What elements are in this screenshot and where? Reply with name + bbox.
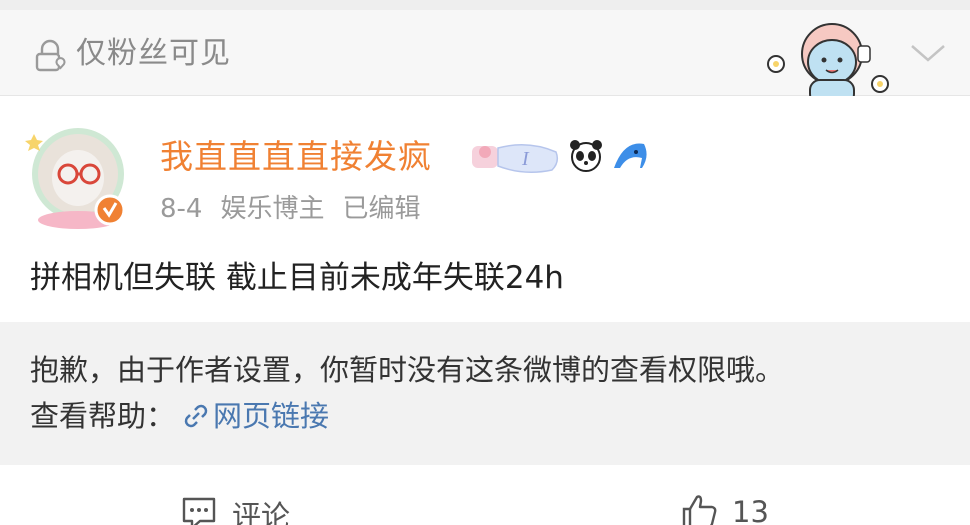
member-badge-text: I	[521, 148, 530, 170]
post-date: 8-4	[160, 194, 203, 224]
author-role: 娱乐博主	[220, 194, 325, 224]
comment-label: 评论	[232, 499, 291, 525]
visibility-label: 仅粉丝可见	[76, 36, 231, 71]
thumbs-up-icon	[682, 495, 717, 525]
edited-label[interactable]: 已编辑	[342, 194, 420, 224]
like-button[interactable]: 13	[680, 493, 769, 525]
lock-icon	[35, 39, 66, 72]
link-icon	[184, 404, 208, 428]
panda-icon[interactable]	[568, 138, 604, 174]
comment-button[interactable]: 评论	[180, 493, 290, 525]
top-strip	[0, 0, 970, 10]
help-web-link[interactable]: 网页链接	[181, 396, 329, 436]
help-prefix: 查看帮助：	[30, 399, 176, 433]
avatar[interactable]	[24, 124, 132, 232]
action-bar: 评论 13	[0, 465, 970, 525]
like-count: 13	[732, 495, 769, 525]
help-row: 查看帮助： 网页链接	[30, 396, 329, 436]
comment-icon	[182, 497, 216, 525]
help-link-label: 网页链接	[213, 399, 330, 433]
chevron-down-icon[interactable]	[908, 38, 948, 66]
visibility-banner: 仅粉丝可见	[0, 10, 970, 105]
post-text: 拼相机但失联 截止目前未成年失联24h	[30, 260, 564, 296]
shark-icon[interactable]	[612, 138, 650, 174]
badge-group: I	[468, 136, 650, 176]
permission-notice: 抱歉，由于作者设置，你暂时没有这条微博的查看权限哦。 查看帮助： 网页链接	[0, 322, 970, 465]
author-name[interactable]: 我直直直直接发疯	[160, 136, 432, 178]
post-header: 我直直直直接发疯 I 8-4 娱乐博主 已编辑	[0, 96, 970, 246]
member-badge-icon[interactable]: I	[468, 138, 560, 174]
post-meta: 8-4 娱乐博主 已编辑	[160, 192, 439, 226]
notice-message: 抱歉，由于作者设置，你暂时没有这条微博的查看权限哦。	[30, 353, 785, 387]
